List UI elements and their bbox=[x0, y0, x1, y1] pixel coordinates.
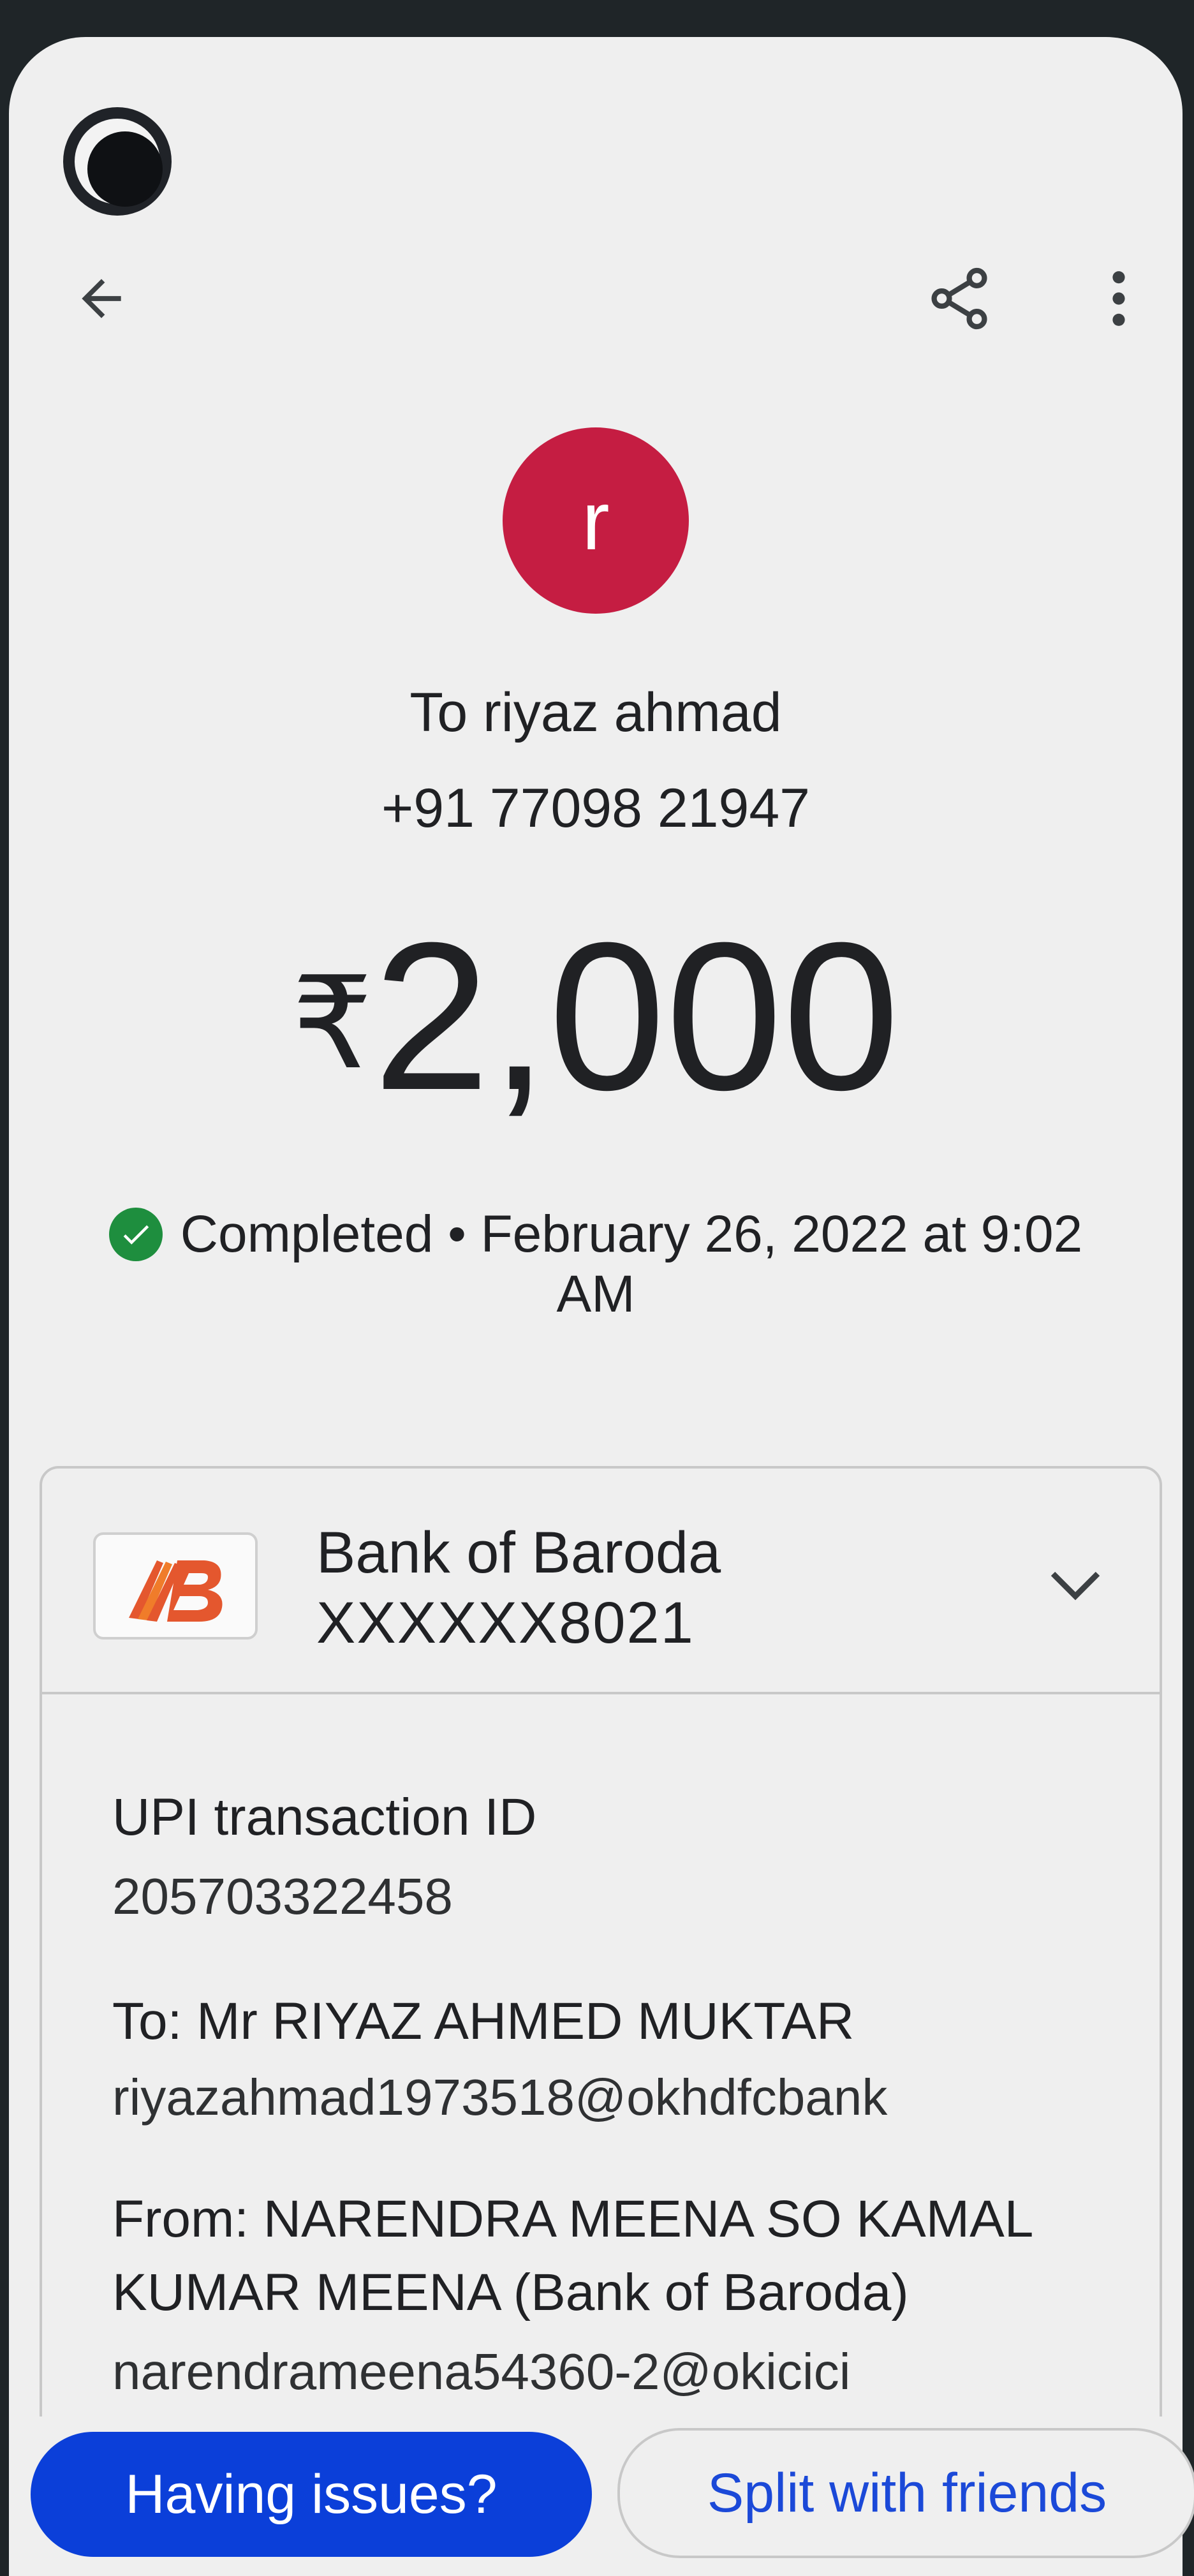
upi-transaction-id-label: UPI transaction ID bbox=[112, 1788, 537, 1846]
more-options-button[interactable] bbox=[1080, 257, 1157, 340]
more-vert-icon bbox=[1112, 271, 1125, 326]
currency-symbol: ₹ bbox=[291, 952, 373, 1095]
recipient-name: To riyaz ahmad bbox=[409, 682, 782, 743]
having-issues-button[interactable]: Having issues? bbox=[31, 2432, 592, 2557]
check-circle-icon bbox=[108, 1208, 163, 1261]
bank-account-row[interactable]: Bank of Baroda XXXXXX8021 bbox=[42, 1469, 1160, 1694]
camera-cutout bbox=[63, 107, 172, 216]
expand-button[interactable] bbox=[1037, 1545, 1114, 1622]
arrow-left-icon bbox=[82, 279, 121, 318]
back-button[interactable] bbox=[60, 257, 143, 340]
split-with-friends-button[interactable]: Split with friends bbox=[617, 2428, 1194, 2558]
to-upi-id: riyazahmad1973518@okhdfcbank bbox=[112, 2069, 888, 2126]
bank-of-baroda-logo bbox=[93, 1532, 258, 1640]
account-number: XXXXXX8021 bbox=[316, 1590, 695, 1655]
phone-screen: r To riyaz ahmad +91 77098 21947 ₹2,000 … bbox=[9, 37, 1183, 2576]
chevron-down-icon bbox=[1050, 1571, 1100, 1601]
share-button[interactable] bbox=[918, 257, 1001, 340]
from-label-line2: KUMAR MEENA (Bank of Baroda) bbox=[112, 2263, 909, 2321]
transaction-details-card: Bank of Baroda XXXXXX8021 UPI transactio… bbox=[40, 1466, 1162, 2576]
amount-value: 2,000 bbox=[372, 898, 900, 1134]
to-label: To: Mr RIYAZ AHMED MUKTAR bbox=[112, 1992, 855, 2050]
from-label-line1: From: NARENDRA MEENA SO KAMAL bbox=[112, 2190, 1034, 2248]
payment-amount: ₹2,000 bbox=[9, 911, 1183, 1121]
payment-status: Completed • February 26, 2022 at 9:02 AM bbox=[9, 1204, 1183, 1324]
share-icon bbox=[931, 267, 987, 330]
recipient-avatar: r bbox=[503, 427, 689, 614]
upi-transaction-id-value: 205703322458 bbox=[112, 1868, 453, 1925]
bank-name: Bank of Baroda bbox=[316, 1520, 721, 1585]
status-text-continued: AM bbox=[556, 1265, 635, 1323]
status-text: Completed • February 26, 2022 at 9:02 bbox=[180, 1205, 1083, 1263]
recipient-phone: +91 77098 21947 bbox=[381, 778, 810, 839]
from-upi-id: narendrameena54360-2@okicici bbox=[112, 2343, 851, 2400]
